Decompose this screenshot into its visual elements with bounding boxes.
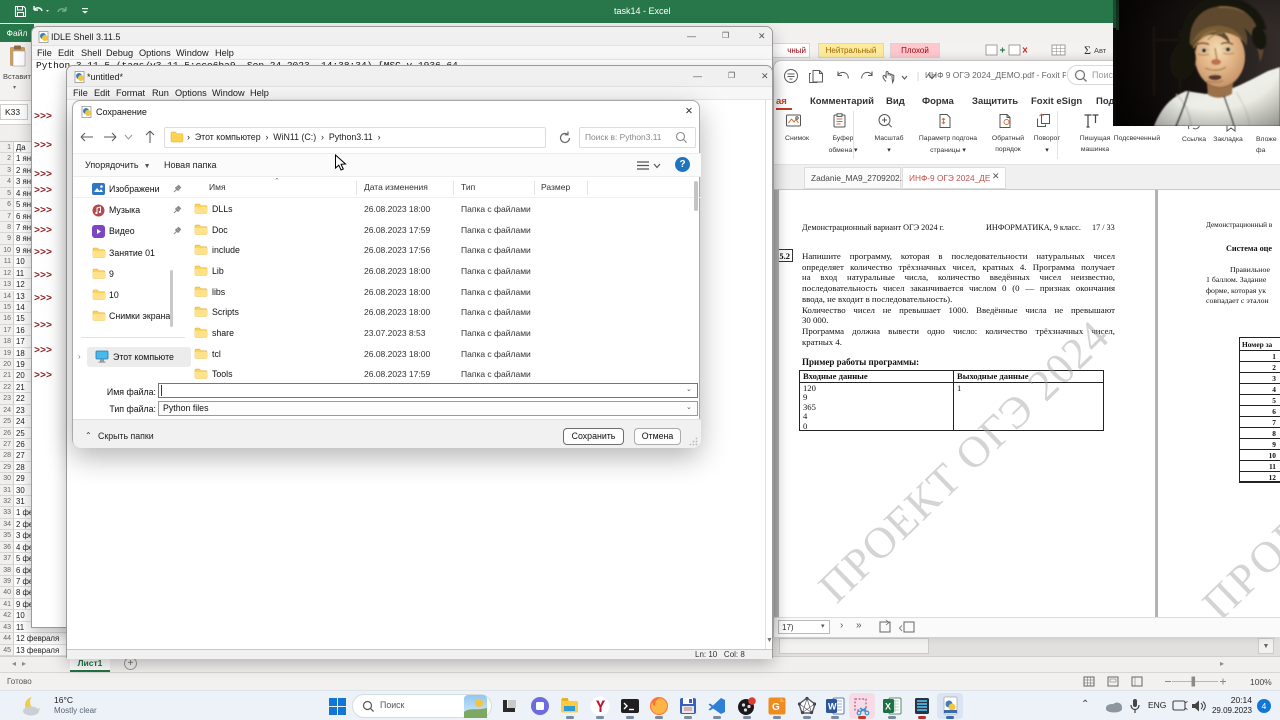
- svg-text:X: X: [885, 702, 891, 712]
- svg-text:Авт: Авт: [1094, 46, 1107, 55]
- svg-text:W: W: [828, 702, 837, 712]
- svg-text:100%: 100%: [1250, 677, 1272, 687]
- svg-text:G: G: [772, 702, 780, 713]
- svg-text:Σ: Σ: [1084, 43, 1091, 57]
